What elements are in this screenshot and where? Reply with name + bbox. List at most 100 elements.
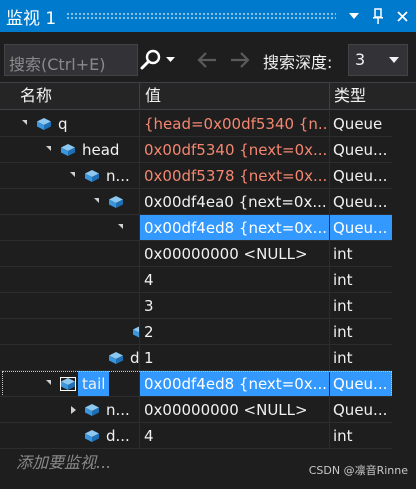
column-header-type[interactable]: 类型 [334, 83, 366, 109]
watch-row[interactable]: 0x00000000 <NULL> int [0, 241, 416, 267]
type-cell: Queu... [333, 193, 388, 211]
search-button[interactable] [138, 44, 184, 76]
column-header-name[interactable]: 名称 [20, 83, 52, 109]
name-cell[interactable]: q [0, 111, 139, 137]
drag-grip[interactable] [66, 11, 336, 21]
type-cell: Queu... [333, 167, 388, 185]
variable-name: n... [106, 401, 130, 419]
watch-row[interactable]: n... 0x00df5378 {next=0x... Queu... [0, 163, 416, 189]
window-menu-button[interactable] [344, 4, 364, 28]
collapse-triangle-icon[interactable] [70, 172, 75, 177]
value-cell[interactable]: 0x00df5378 {next=0x... [140, 163, 329, 189]
window-title: 监视 1 [6, 8, 57, 29]
type-cell: int [333, 349, 353, 367]
name-cell[interactable] [0, 189, 139, 215]
value-cell[interactable]: 0x00000000 <NULL> [140, 397, 329, 423]
expand-triangle-icon[interactable] [71, 406, 76, 414]
type-cell: Queu... [330, 371, 392, 397]
value-cell[interactable]: 0x00df5340 {next=0x... [140, 137, 329, 163]
watch-row[interactable]: 0x00df4ea0 {next=0x... Queu... [0, 189, 416, 215]
cube-icon [109, 196, 123, 208]
variable-name: tail [78, 371, 110, 397]
watch-window-titlebar[interactable]: 监视 1 [0, 0, 416, 32]
value-cell[interactable]: 3 [140, 293, 329, 319]
watch-row[interactable]: 4 int [0, 267, 416, 293]
chevron-down-icon [166, 57, 175, 62]
value-cell[interactable]: 0x00df4ea0 {next=0x... [140, 189, 329, 215]
variable-name: n... [106, 167, 130, 185]
name-cell[interactable]: n... [0, 397, 139, 423]
collapse-triangle-icon[interactable] [94, 198, 99, 203]
value-cell[interactable]: {head=0x00df5340 {n... [140, 111, 329, 137]
watch-row[interactable]: 2 int [0, 319, 416, 345]
variable-name: d... [130, 349, 139, 367]
type-cell: int [333, 245, 353, 263]
watch-row[interactable]: n... 0x00000000 <NULL> Queu... [0, 397, 416, 423]
name-cell[interactable]: d... [0, 345, 139, 371]
row-divider [0, 448, 392, 449]
name-cell[interactable] [0, 293, 139, 319]
watch-row[interactable]: head 0x00df5340 {next=0x... Queu... [0, 137, 416, 163]
cube-icon [37, 118, 51, 130]
pin-button[interactable] [368, 4, 388, 28]
close-button[interactable] [392, 4, 412, 28]
value-cell[interactable]: 0x00000000 <NULL> [140, 241, 329, 267]
collapse-triangle-icon[interactable] [22, 120, 27, 125]
search-next-button[interactable] [228, 48, 252, 72]
search-depth-value: 3 [355, 50, 366, 69]
name-cell[interactable] [0, 267, 139, 293]
value-cell[interactable]: 0x00df4ed8 {next=0x... [140, 215, 329, 241]
vertical-scrollbar[interactable] [393, 111, 416, 477]
type-cell: Queue [333, 115, 383, 133]
column-divider[interactable] [139, 83, 140, 110]
name-cell[interactable]: tail [0, 371, 139, 397]
cube-icon [133, 326, 139, 338]
arrow-right-icon [231, 52, 250, 68]
search-previous-button[interactable] [195, 48, 219, 72]
watch-row[interactable]: tail 0x00df4ed8 {next=0x... Queu... [0, 371, 416, 397]
chevron-down-icon [389, 57, 399, 63]
close-icon [396, 10, 408, 22]
type-cell: Queu... [333, 141, 388, 159]
add-watch-placeholder[interactable]: 添加要监视... [16, 450, 111, 476]
type-cell: int [333, 271, 353, 289]
value-cell[interactable]: 0x00df4ed8 {next=0x... [140, 371, 329, 397]
watch-row[interactable]: 3 int [0, 293, 416, 319]
collapse-triangle-icon[interactable] [46, 146, 51, 151]
search-input[interactable]: 搜索(Ctrl+E) [4, 44, 138, 76]
watch-row[interactable]: d...1int [0, 345, 416, 371]
name-cell[interactable]: head [0, 137, 139, 163]
watch-toolbar: 搜索(Ctrl+E) 搜索深度: 3 [0, 40, 416, 80]
value-cell[interactable]: 4 [140, 267, 329, 293]
type-cell: Queu... [330, 215, 392, 241]
type-cell: int [333, 427, 353, 445]
name-cell[interactable]: d... [0, 423, 139, 449]
watch-row[interactable]: d... 4 int [0, 423, 416, 449]
name-cell[interactable]: n... [0, 163, 139, 189]
search-depth-select[interactable]: 3 [348, 44, 408, 76]
column-divider[interactable] [329, 83, 330, 110]
name-cell[interactable] [0, 319, 139, 345]
cube-icon [109, 352, 123, 364]
value-cell[interactable]: 4 [140, 423, 329, 449]
type-cell: Queu... [333, 401, 388, 419]
watch-row[interactable]: 0x00df4ed8 {next=0x... Queu... [0, 215, 416, 241]
collapse-triangle-icon[interactable] [118, 224, 123, 229]
name-cell[interactable] [0, 215, 139, 241]
search-placeholder: 搜索(Ctrl+E) [9, 55, 106, 74]
cube-icon [61, 144, 75, 156]
name-cell[interactable] [0, 241, 139, 267]
type-cell: int [333, 323, 353, 341]
search-icon [140, 49, 161, 70]
watch-row[interactable]: q {head=0x00df5340 {n... Queue [0, 111, 416, 137]
cube-icon [85, 170, 99, 182]
cube-icon [85, 430, 99, 442]
column-header-value[interactable]: 值 [145, 83, 161, 109]
cube-icon [60, 377, 76, 391]
column-header: 名称 值 类型 [0, 82, 416, 110]
variable-name: head [82, 141, 120, 159]
collapse-triangle-icon[interactable] [46, 380, 51, 385]
value-cell[interactable]: 1 [140, 345, 329, 371]
dropdown-arrow-icon [349, 13, 359, 19]
value-cell[interactable]: 2 [140, 319, 329, 345]
